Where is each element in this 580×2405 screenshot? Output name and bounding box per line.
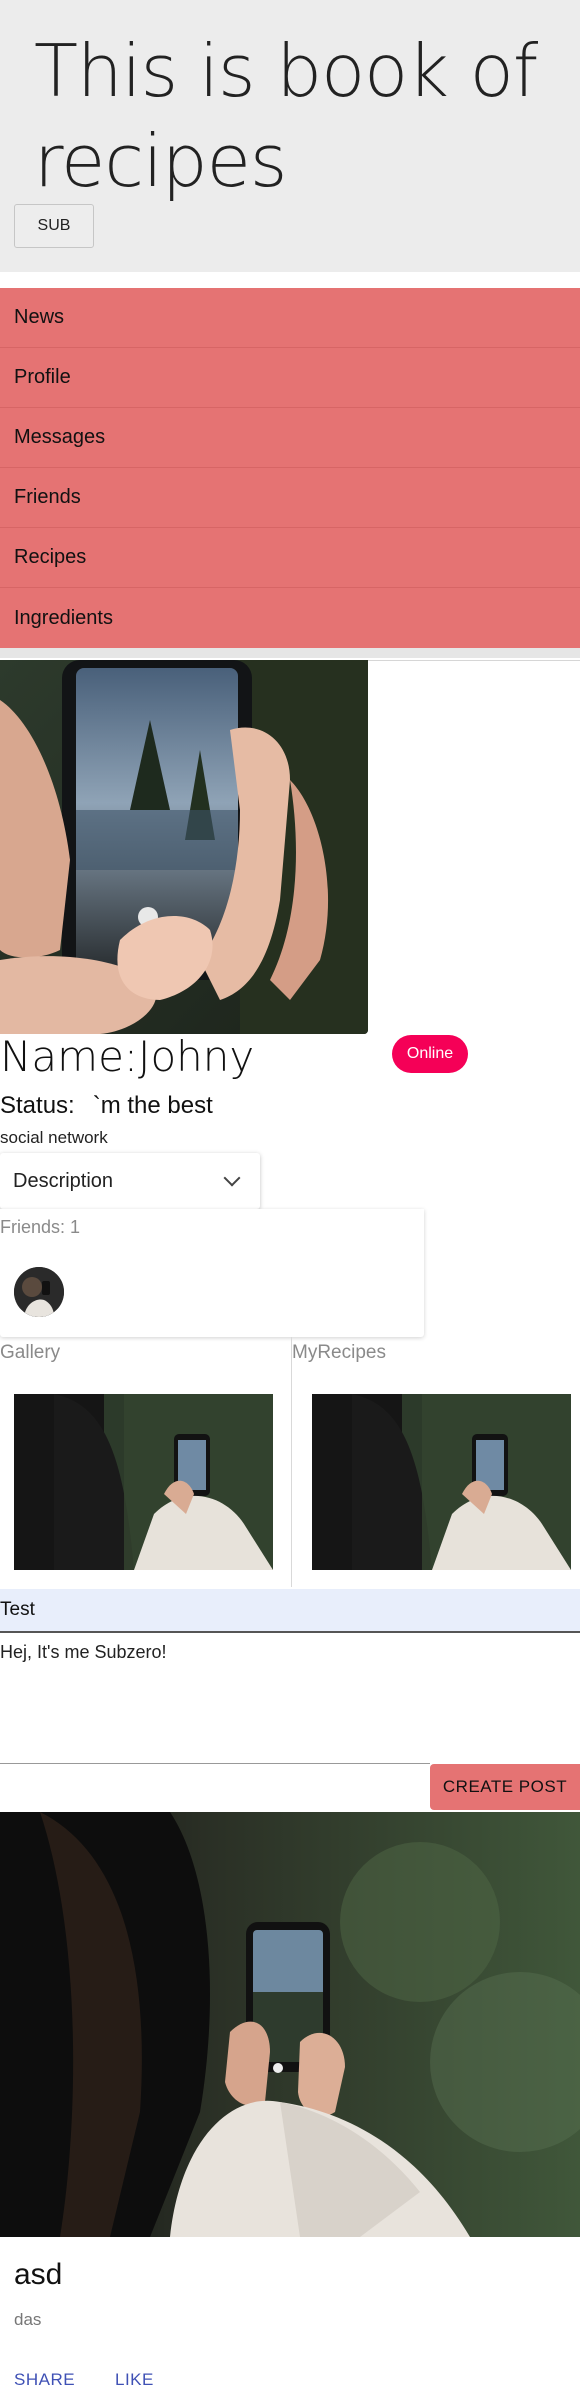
create-post-button[interactable]: CREATE POST bbox=[430, 1764, 580, 1810]
nav-divider bbox=[0, 648, 580, 658]
nav-item-messages[interactable]: Messages bbox=[0, 408, 580, 468]
myrecipes-label: MyRecipes bbox=[292, 1342, 386, 1363]
nav-item-recipes[interactable]: Recipes bbox=[0, 528, 580, 588]
nav-item-news[interactable]: News bbox=[0, 288, 580, 348]
input-underline bbox=[0, 1763, 430, 1764]
post-title: asd bbox=[14, 2258, 63, 2291]
sidebar-nav: News Profile Messages Friends Recipes In… bbox=[0, 288, 580, 648]
post-subtitle: das bbox=[14, 2310, 42, 2329]
gallery-label: Gallery bbox=[0, 1342, 61, 1363]
sub-button[interactable]: SUB bbox=[14, 204, 94, 248]
nav-item-ingredients[interactable]: Ingredients bbox=[0, 588, 580, 648]
status-label: Status: bbox=[0, 1092, 75, 1119]
post-textarea[interactable]: Hej, It's me Subzero! bbox=[0, 1642, 167, 1663]
friends-count-label: Friends: 1 bbox=[0, 1217, 81, 1237]
friend-avatar[interactable] bbox=[14, 1267, 64, 1317]
gallery-image[interactable] bbox=[14, 1394, 273, 1570]
online-status-badge: Online bbox=[392, 1035, 468, 1073]
myrecipes-image[interactable] bbox=[312, 1394, 571, 1570]
app-header: This is book of recipes SUB bbox=[0, 0, 580, 272]
profile-divider bbox=[368, 660, 580, 661]
friends-card: Friends: 1 bbox=[0, 1209, 424, 1337]
network-label: social network bbox=[0, 1128, 108, 1147]
nav-item-profile[interactable]: Profile bbox=[0, 348, 580, 408]
post-image bbox=[0, 1812, 580, 2237]
profile-name: Name:Johny bbox=[0, 1032, 255, 1081]
status-value: `m the best bbox=[92, 1092, 213, 1119]
share-button[interactable]: SHARE bbox=[14, 2370, 75, 2390]
test-input-field[interactable]: Test bbox=[0, 1589, 580, 1633]
nav-item-friends[interactable]: Friends bbox=[0, 468, 580, 528]
like-button[interactable]: LIKE bbox=[115, 2370, 154, 2390]
column-divider bbox=[291, 1337, 292, 1587]
profile-photo bbox=[0, 660, 368, 1034]
chevron-down-icon bbox=[223, 1169, 241, 1187]
test-label: Test bbox=[0, 1599, 35, 1620]
description-select[interactable]: Description bbox=[0, 1153, 260, 1209]
description-select-value: Description bbox=[13, 1169, 114, 1192]
page-title: This is book of recipes bbox=[34, 29, 538, 203]
profile-status: Status: `m the best bbox=[0, 1092, 213, 1120]
